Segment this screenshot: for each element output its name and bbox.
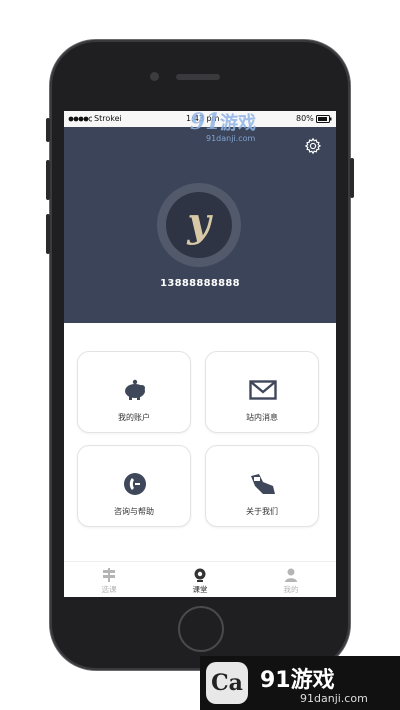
phone-call-icon <box>121 472 149 496</box>
consult-help-label: 咨询与帮助 <box>114 507 154 516</box>
tab-mine-label: 我的 <box>283 585 299 594</box>
watermark-brand: 游戏 <box>290 668 335 693</box>
carrier-name: Strokei <box>94 114 122 123</box>
signal-icon <box>68 115 94 125</box>
volume-up-button <box>46 160 50 200</box>
piggy-bank-icon <box>121 378 149 402</box>
bottom-tab-bar: 选课 课堂 我的 <box>64 561 336 597</box>
app-screen: Strokei 1:43 pm 80% y 13888888888 我的账户 站… <box>64 111 336 597</box>
menu-grid: 我的账户 站内消息 咨询与帮助 关于我们 <box>64 323 336 561</box>
about-us-label: 关于我们 <box>246 507 278 516</box>
consult-help-card[interactable]: 咨询与帮助 <box>77 445 191 527</box>
earpiece-speaker <box>176 74 220 80</box>
tab-classroom-label: 课堂 <box>192 585 208 594</box>
my-account-label: 我的账户 <box>118 413 150 422</box>
watermark-brand-number: 91 <box>260 668 291 693</box>
tab-select-course[interactable]: 选课 <box>64 562 154 597</box>
svg-text:91danji.com: 91danji.com <box>206 134 256 143</box>
watermark-top: 91 游戏 91danji.com <box>190 107 290 145</box>
home-button[interactable] <box>178 606 224 652</box>
avatar-logo-letter: y <box>187 199 211 246</box>
mute-switch <box>46 118 50 142</box>
svg-text:游戏: 游戏 <box>220 112 256 134</box>
user-phone-number: 13888888888 <box>160 278 240 289</box>
hand-card-icon <box>249 472 277 496</box>
tab-classroom[interactable]: 课堂 <box>155 562 245 597</box>
tab-mine[interactable]: 我的 <box>246 562 336 597</box>
svg-text:91: 91 <box>190 109 221 135</box>
watermark-banner: Ca 91游戏 91danji.com <box>200 656 400 710</box>
messages-label: 站内消息 <box>246 413 278 422</box>
tab-select-course-label: 选课 <box>101 585 117 594</box>
watermark-title: 91游戏 <box>260 662 335 694</box>
watermark-badge-icon: Ca <box>206 662 248 704</box>
settings-gear-icon[interactable] <box>304 137 322 155</box>
messages-card[interactable]: 站内消息 <box>205 351 319 433</box>
webcam-icon <box>193 567 207 582</box>
battery-percent: 80% <box>296 114 314 123</box>
person-icon <box>284 567 298 582</box>
power-button <box>350 158 354 198</box>
front-camera <box>150 72 159 81</box>
volume-down-button <box>46 214 50 254</box>
my-account-card[interactable]: 我的账户 <box>77 351 191 433</box>
about-us-card[interactable]: 关于我们 <box>205 445 319 527</box>
battery-icon <box>316 115 332 125</box>
profile-header: y 13888888888 <box>64 127 336 323</box>
watermark-site: 91danji.com <box>300 692 368 705</box>
envelope-icon <box>249 378 277 402</box>
signpost-icon <box>102 567 116 582</box>
